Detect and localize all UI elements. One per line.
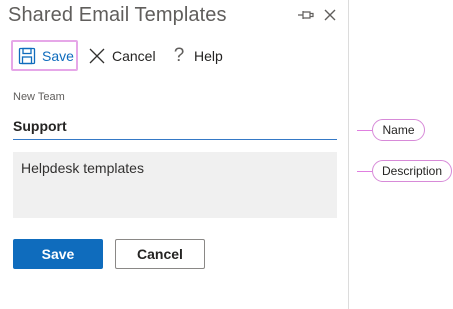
- toolbar-save-label: Save: [42, 47, 74, 64]
- toolbar-save-button[interactable]: Save: [11, 40, 78, 71]
- toolbar-cancel-label: Cancel: [112, 47, 156, 64]
- team-name-input[interactable]: [13, 112, 337, 140]
- cancel-button[interactable]: Cancel: [115, 239, 205, 269]
- field-label: New Team: [13, 91, 65, 103]
- x-icon: [89, 48, 105, 63]
- help-icon: ?: [173, 45, 185, 66]
- close-icon[interactable]: [323, 8, 337, 22]
- toolbar-help-button[interactable]: ? Help: [172, 40, 223, 71]
- name-callout: Name: [372, 119, 425, 141]
- save-button[interactable]: Save: [13, 239, 103, 269]
- toolbar-help-label: Help: [194, 47, 223, 64]
- pin-icon[interactable]: [297, 8, 315, 22]
- description-callout-line: [357, 171, 372, 172]
- name-callout-line: [357, 130, 372, 131]
- panel-title: Shared Email Templates: [8, 4, 227, 26]
- floppy-disk-icon: [18, 47, 36, 64]
- toolbar-cancel-button[interactable]: Cancel: [88, 40, 156, 71]
- team-description-input[interactable]: Helpdesk templates: [13, 152, 337, 218]
- team-panel: Shared Email Templates Save Cancel ? Hel…: [0, 0, 349, 309]
- description-callout: Description: [372, 160, 452, 182]
